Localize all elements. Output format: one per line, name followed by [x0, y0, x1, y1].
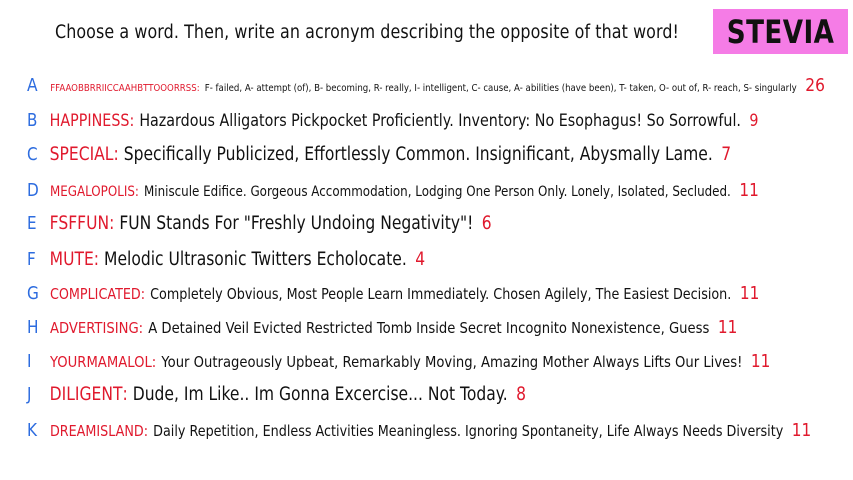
entry-a: A FFAAOBBRRIICCAAHBTTOOORRSS: F- failed,… [27, 75, 825, 96]
entry-letter: E [27, 213, 37, 234]
entry-letter: C [27, 144, 38, 165]
entry-g: G COMPLICATED: Completely Obvious, Most … [27, 283, 760, 304]
entry-acronym: F- failed, A- attempt (of), B- becoming,… [204, 83, 797, 94]
entry-word: SPECIAL [49, 144, 114, 165]
entry-e: E FSFFUN: FUN Stands For "Freshly Undoin… [27, 213, 492, 234]
entry-letter-count: 4 [415, 249, 426, 270]
entry-letter: H [27, 317, 39, 338]
entry-letter-count: 11 [791, 420, 812, 441]
entry-acronym: Dude, Im Like.. Im Gonna Excercise... No… [132, 384, 508, 405]
entry-word: HAPPINESS [49, 111, 130, 131]
entry-acronym: Melodic Ultrasonic Twitters Echolocate. [104, 249, 407, 270]
entry-letter-count: 11 [750, 351, 771, 372]
entry-word: DILIGENT [49, 384, 123, 405]
entry-letter: B [27, 110, 38, 131]
entry-letter: I [27, 351, 32, 372]
entry-letter-count: 11 [739, 283, 760, 304]
entry-letter: F [27, 249, 36, 270]
entry-acronym: FUN Stands For "Freshly Undoing Negativi… [119, 213, 474, 234]
entry-i: I YOURMAMALOL: Your Outrageously Upbeat,… [27, 351, 771, 372]
entry-acronym: Completely Obvious, Most People Learn Im… [150, 285, 732, 303]
entry-letter: G [27, 283, 39, 304]
entry-d: D MEGALOPOLIS: Miniscule Edifice. Gorgeo… [27, 180, 759, 201]
prompt-text: Choose a word. Then, write an acronym de… [55, 22, 680, 43]
entry-letter: K [27, 420, 38, 441]
entry-acronym: Specifically Publicized, Effortlessly Co… [123, 144, 713, 165]
entry-word: FFAAOBBRRIICCAAHBTTOOORRSS [50, 83, 197, 94]
entry-h: H ADVERTISING: A Detained Veil Evicted R… [27, 317, 738, 338]
entry-f: F MUTE: Melodic Ultrasonic Twitters Echo… [27, 249, 426, 270]
entry-acronym: A Detained Veil Evicted Restricted Tomb … [148, 319, 710, 337]
entry-word: DREAMISLAND [49, 422, 144, 440]
entry-k: K DREAMISLAND: Daily Repetition, Endless… [27, 420, 812, 441]
entry-letter: J [27, 384, 32, 405]
entry-letter-count: 9 [749, 111, 759, 131]
entry-acronym: Hazardous Alligators Pickpocket Proficie… [139, 111, 741, 131]
entry-letter-count: 11 [739, 180, 759, 201]
entry-letter-count: 6 [481, 213, 492, 234]
entry-letter-count: 7 [721, 144, 732, 165]
entry-word: ADVERTISING [49, 319, 139, 337]
entry-letter-count: 11 [717, 317, 738, 338]
entry-word: YOURMAMALOL [49, 353, 152, 371]
entry-acronym: Your Outrageously Upbeat, Remarkably Mov… [161, 353, 743, 371]
name-badge-label: STEVIA [726, 12, 835, 51]
name-badge: STEVIA [713, 9, 848, 54]
entry-acronym: Miniscule Edifice. Gorgeous Accommodatio… [144, 184, 731, 200]
entry-b: B HAPPINESS: Hazardous Alligators Pickpo… [27, 110, 759, 131]
entry-j: J DILIGENT: Dude, Im Like.. Im Gonna Exc… [27, 384, 526, 405]
entry-word: MEGALOPOLIS [49, 184, 135, 200]
entry-word: COMPLICATED [49, 285, 141, 303]
entry-letter-count: 26 [805, 75, 825, 96]
entry-letter-count: 8 [516, 384, 526, 405]
entry-c: C SPECIAL: Specifically Publicized, Effo… [27, 144, 732, 165]
entry-word: MUTE [49, 249, 94, 270]
entry-word: FSFFUN [49, 213, 110, 234]
entry-acronym: Daily Repetition, Endless Activities Mea… [153, 422, 784, 440]
entry-letter: A [27, 75, 38, 96]
entry-letter: D [27, 180, 39, 201]
